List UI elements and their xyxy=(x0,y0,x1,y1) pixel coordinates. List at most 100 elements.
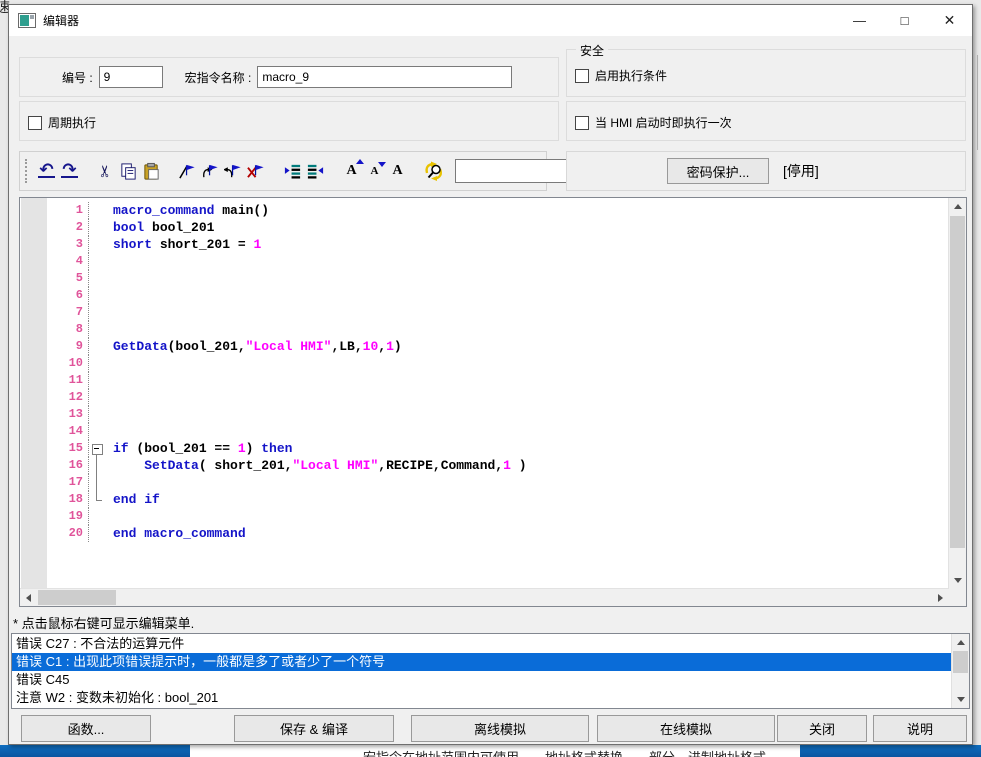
code-line: 9 GetData(bool_201,"Local HMI",LB,10,1) xyxy=(20,338,949,355)
fold-gutter xyxy=(89,202,113,219)
code-text xyxy=(113,508,949,525)
code-line: 2 bool bool_201 xyxy=(20,219,949,236)
fold-gutter xyxy=(89,525,113,542)
editor-vertical-scrollbar[interactable] xyxy=(948,198,966,589)
copy-icon[interactable] xyxy=(117,159,140,183)
periodic-checkbox[interactable] xyxy=(28,116,42,130)
paste-icon[interactable] xyxy=(140,159,163,183)
code-text xyxy=(113,304,949,321)
online-simulation-button[interactable]: 在线模拟 xyxy=(597,715,775,742)
enable-condition-checkbox[interactable] xyxy=(575,69,589,83)
fold-gutter xyxy=(89,287,113,304)
fold-gutter xyxy=(89,321,113,338)
clear-bookmarks-icon[interactable] xyxy=(245,159,268,183)
next-bookmark-icon[interactable] xyxy=(199,159,222,183)
font-decrease-icon[interactable]: A xyxy=(363,159,386,183)
maximize-button[interactable]: □ xyxy=(882,5,927,36)
toolbar-grip[interactable] xyxy=(25,159,27,183)
code-text: GetData(bool_201,"Local HMI",LB,10,1) xyxy=(113,338,949,355)
macro-id-input[interactable] xyxy=(99,66,163,88)
line-number: 9 xyxy=(47,338,89,355)
horizontal-scroll-thumb[interactable] xyxy=(38,590,116,605)
find-text-input[interactable] xyxy=(455,159,573,183)
macro-id-label: 编号 : xyxy=(62,69,93,86)
compile-message-list[interactable]: 错误 C27 : 不合法的运算元件错误 C1 : 出现此项错误提示时，一般都是多… xyxy=(11,633,970,709)
code-line: 1macro_command main() xyxy=(20,202,949,219)
prev-bookmark-icon[interactable] xyxy=(222,159,245,183)
window-icon xyxy=(18,13,36,28)
errors-scroll-down-arrow[interactable] xyxy=(952,691,969,708)
line-number: 11 xyxy=(47,372,89,389)
error-row[interactable]: -3 error(s) 1 warning(s) xyxy=(12,707,952,709)
redo-icon[interactable]: ↷ xyxy=(58,159,81,183)
code-text: end macro_command xyxy=(113,525,949,542)
scroll-down-arrow[interactable] xyxy=(949,572,966,589)
functions-button[interactable]: 函数... xyxy=(21,715,151,742)
close-button[interactable]: ✕ xyxy=(927,5,972,36)
find-icon[interactable] xyxy=(422,159,445,183)
scroll-right-arrow[interactable] xyxy=(932,589,949,606)
code-text: if (bool_201 == 1) then xyxy=(113,440,949,457)
code-line: 6 xyxy=(20,287,949,304)
code-text: bool bool_201 xyxy=(113,219,949,236)
minimize-button[interactable]: — xyxy=(837,5,882,36)
line-number: 17 xyxy=(47,474,89,491)
code-line: 13 xyxy=(20,406,949,423)
line-number: 3 xyxy=(47,236,89,253)
scroll-up-arrow[interactable] xyxy=(949,198,966,215)
macro-id-group: 编号 : 宏指令名称 : xyxy=(19,57,559,97)
macro-name-input[interactable] xyxy=(257,66,512,88)
fold-marker xyxy=(89,491,113,508)
offline-simulation-button[interactable]: 离线模拟 xyxy=(411,715,589,742)
code-editor[interactable]: 1macro_command main()2 bool bool_2013shor… xyxy=(19,197,967,607)
code-line: 8 xyxy=(20,321,949,338)
font-increase-icon[interactable]: A xyxy=(340,159,363,183)
fold-gutter xyxy=(89,338,113,355)
save-compile-button[interactable]: 保存 & 编译 xyxy=(234,715,394,742)
scroll-left-arrow[interactable] xyxy=(20,589,37,606)
editor-toolbar: ↶↷ ✂ AAA xyxy=(19,151,547,191)
code-text xyxy=(113,372,949,389)
outdent-icon[interactable] xyxy=(304,159,327,183)
enable-condition-label: 启用执行条件 xyxy=(595,67,667,84)
background-window-edge xyxy=(977,55,978,150)
error-row-selected[interactable]: 错误 C1 : 出现此项错误提示时，一般都是多了或者少了一个符号 xyxy=(12,653,952,671)
cut-icon[interactable]: ✂ xyxy=(94,159,117,183)
code-line: 19 xyxy=(20,508,949,525)
code-line: 11 xyxy=(20,372,949,389)
code-view: 1macro_command main()2 bool bool_2013shor… xyxy=(20,198,949,589)
error-row[interactable]: 注意 W2 : 变数未初始化 : bool_201 xyxy=(12,689,952,707)
security-group: 安全 启用执行条件 xyxy=(566,49,966,97)
help-button[interactable]: 说明 xyxy=(873,715,967,742)
toggle-bookmark-icon[interactable] xyxy=(176,159,199,183)
error-row[interactable]: 错误 C27 : 不合法的运算元件 xyxy=(12,635,952,653)
vertical-scroll-thumb[interactable] xyxy=(950,216,965,548)
close-editor-button[interactable]: 关闭 xyxy=(777,715,867,742)
line-number: 10 xyxy=(47,355,89,372)
errors-vertical-scrollbar[interactable] xyxy=(951,634,969,708)
error-row[interactable]: 错误 C45 xyxy=(12,671,952,689)
line-number: 5 xyxy=(47,270,89,287)
editor-horizontal-scrollbar[interactable] xyxy=(20,588,949,606)
fold-gutter xyxy=(89,372,113,389)
line-number: 13 xyxy=(47,406,89,423)
run-on-startup-checkbox[interactable] xyxy=(575,116,589,130)
font-default-icon[interactable]: A xyxy=(386,159,409,183)
code-text: end if xyxy=(113,491,949,508)
undo-icon[interactable]: ↶ xyxy=(35,159,58,183)
code-line: 5 xyxy=(20,270,949,287)
fold-marker[interactable] xyxy=(89,440,113,457)
background-partial-text: 宏指令在地址范围内可使用 地址格式替换 部分 进制地址格式 xyxy=(363,747,766,757)
code-line: 17 xyxy=(20,474,949,491)
password-protect-button[interactable]: 密码保护... xyxy=(667,158,769,184)
fold-gutter xyxy=(89,304,113,321)
code-line: 3short short_201 = 1 xyxy=(20,236,949,253)
line-number: 2 xyxy=(47,219,89,236)
errors-scroll-up-arrow[interactable] xyxy=(952,634,969,651)
footer-button-bar: 函数... 保存 & 编译 离线模拟 在线模拟 关闭 说明 xyxy=(9,715,972,745)
line-number: 6 xyxy=(47,287,89,304)
fold-gutter xyxy=(89,389,113,406)
errors-scroll-thumb[interactable] xyxy=(953,651,968,673)
indent-icon[interactable] xyxy=(281,159,304,183)
code-text xyxy=(113,406,949,423)
